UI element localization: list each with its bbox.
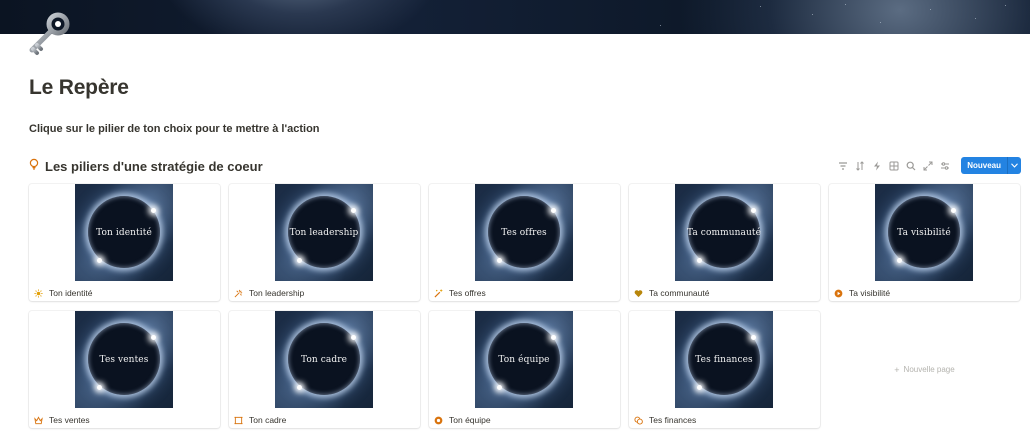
filter-icon[interactable]: [838, 161, 848, 171]
gallery-card[interactable]: Ton équipe Ton équipe: [429, 311, 620, 428]
card-image-text: Ton identité: [96, 227, 152, 238]
card-cover-image: Ton leadership: [275, 184, 373, 281]
heart-icon: [634, 289, 643, 298]
plus-icon: +: [894, 364, 900, 375]
page-cover: [0, 0, 1030, 34]
fireworks-icon: [234, 289, 243, 298]
lightning-icon[interactable]: [872, 161, 882, 171]
card-image-text: Tes finances: [695, 354, 753, 365]
crown-icon: [34, 415, 43, 425]
card-image-text: Ta communauté: [686, 227, 762, 238]
card-cover-image: Ton équipe: [475, 311, 573, 408]
settings-sliders-icon[interactable]: [940, 161, 950, 171]
new-button-label[interactable]: Nouveau: [961, 157, 1007, 174]
card-title[interactable]: Ton équipe: [449, 415, 491, 425]
card-title[interactable]: Tes finances: [649, 415, 696, 425]
database-title[interactable]: Les piliers d'une stratégie de coeur: [45, 159, 263, 174]
card-cover-image: Ta communauté: [675, 184, 773, 281]
gallery-card[interactable]: Ton identité Ton identité: [29, 184, 220, 301]
card-image-text: Ta visibilité: [897, 227, 951, 238]
page-title: Le Repère: [29, 76, 129, 99]
lightbulb-icon: [28, 157, 40, 175]
gallery-card[interactable]: Tes finances Tes finances: [629, 311, 820, 428]
card-title[interactable]: Ton identité: [49, 288, 92, 298]
card-cover-image: Ton identité: [75, 184, 173, 281]
page-subtitle: Clique sur le pilier de ton choix pour t…: [29, 123, 320, 135]
coins-icon: [634, 416, 643, 425]
gallery-card[interactable]: Ta visibilité Ta visibilité: [829, 184, 1020, 301]
frame-icon: [234, 416, 243, 425]
card-title[interactable]: Ta communauté: [649, 288, 709, 298]
gear-icon: [434, 416, 443, 425]
sun-icon: [34, 288, 43, 298]
card-title[interactable]: Tes ventes: [49, 415, 90, 425]
card-cover-image: Tes finances: [675, 311, 773, 408]
card-image-text: Ton cadre: [300, 354, 348, 365]
card-image-text: Ton leadership: [289, 227, 359, 238]
card-title[interactable]: Tes offres: [449, 288, 486, 298]
magic-wand-icon: [434, 288, 443, 298]
chevron-down-icon[interactable]: [1007, 157, 1021, 174]
card-image-text: Tes offres: [501, 227, 547, 238]
expand-icon[interactable]: [923, 161, 933, 171]
new-button[interactable]: Nouveau: [961, 157, 1021, 174]
database-header: Les piliers d'une stratégie de coeur: [28, 157, 263, 175]
key-icon[interactable]: [26, 12, 72, 56]
new-page-label: Nouvelle page: [903, 365, 955, 374]
gallery-card[interactable]: Tes offres Tes offres: [429, 184, 620, 301]
card-image-text: Ton équipe: [498, 354, 550, 365]
gallery-card[interactable]: Tes ventes Tes ventes: [29, 311, 220, 428]
new-page-button[interactable]: + Nouvelle page: [829, 311, 1020, 428]
gallery-card[interactable]: Ta communauté Ta communauté: [629, 184, 820, 301]
layout-icon[interactable]: [889, 161, 899, 171]
gallery-card[interactable]: Ton leadership Ton leadership: [229, 184, 420, 301]
card-cover-image: Ton cadre: [275, 311, 373, 408]
card-cover-image: Tes ventes: [75, 311, 173, 408]
card-cover-image: Ta visibilité: [875, 184, 973, 281]
card-cover-image: Tes offres: [475, 184, 573, 281]
gallery-card[interactable]: Ton cadre Ton cadre: [229, 311, 420, 428]
card-title[interactable]: Ta visibilité: [849, 288, 890, 298]
card-title[interactable]: Ton leadership: [249, 288, 304, 298]
search-icon[interactable]: [906, 161, 916, 171]
play-circle-icon: [834, 289, 843, 298]
card-title[interactable]: Ton cadre: [249, 415, 286, 425]
sort-icon[interactable]: [855, 160, 865, 171]
database-toolbar: Nouveau: [838, 157, 1021, 174]
card-image-text: Tes ventes: [99, 354, 149, 365]
